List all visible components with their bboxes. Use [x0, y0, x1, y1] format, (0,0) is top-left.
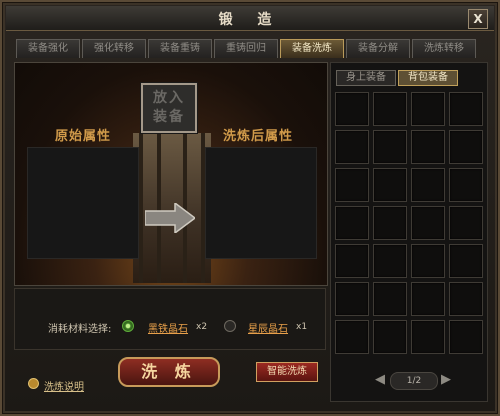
inventory-slot[interactable]: [373, 130, 407, 164]
inventory-slot[interactable]: [411, 282, 445, 316]
inventory-slot[interactable]: [335, 320, 369, 354]
inventory-slot[interactable]: [373, 168, 407, 202]
tab-bag-gear[interactable]: 背包装备: [398, 70, 458, 86]
inventory-slot[interactable]: [411, 92, 445, 126]
inventory-slot[interactable]: [411, 206, 445, 240]
equipment-slot[interactable]: 放入装备: [141, 83, 197, 133]
inventory-slot[interactable]: [335, 282, 369, 316]
wash-stage-panel: 放入装备 原始属性 洗炼后属性: [14, 62, 328, 286]
inventory-slot[interactable]: [335, 130, 369, 164]
inventory-slot[interactable]: [373, 92, 407, 126]
inventory-slot[interactable]: [411, 130, 445, 164]
washed-attributes-label: 洗炼后属性: [223, 129, 294, 144]
tab-enhance-transfer[interactable]: 强化转移: [82, 39, 146, 58]
tab-equip-decompose[interactable]: 装备分解: [346, 39, 410, 58]
inventory-slot[interactable]: [449, 206, 483, 240]
inventory-slot[interactable]: [335, 168, 369, 202]
page-indicator: 1/2: [390, 372, 438, 390]
wash-button[interactable]: 洗 炼: [118, 357, 220, 387]
inventory-slot[interactable]: [335, 206, 369, 240]
inventory-slot[interactable]: [411, 168, 445, 202]
equipment-slot-label: 放入装备: [153, 90, 185, 125]
smart-wash-button[interactable]: 智能洗炼: [256, 362, 318, 382]
inventory-slot[interactable]: [449, 244, 483, 278]
inventory-slot[interactable]: [335, 92, 369, 126]
forge-window: 锻 造 X 装备强化 强化转移 装备重铸 重铸回归 装备洗炼 装备分解 洗炼转移…: [0, 0, 500, 416]
inventory-slot[interactable]: [411, 320, 445, 354]
wash-help-link[interactable]: 洗炼说明: [44, 378, 84, 393]
close-button[interactable]: X: [468, 9, 488, 29]
inventory-slot[interactable]: [449, 92, 483, 126]
info-icon[interactable]: [28, 378, 39, 389]
inventory-slot[interactable]: [373, 282, 407, 316]
pager: ◀ 1/2 ▶: [374, 370, 454, 390]
tab-equipped-gear[interactable]: 身上装备: [336, 70, 396, 86]
inventory-slot[interactable]: [373, 244, 407, 278]
washed-attributes-box: [205, 147, 317, 259]
tab-equip-wash[interactable]: 装备洗炼: [280, 39, 344, 58]
tab-equip-reforge[interactable]: 装备重铸: [148, 39, 212, 58]
inventory-slot[interactable]: [335, 244, 369, 278]
inventory-slot[interactable]: [449, 130, 483, 164]
material-star-link[interactable]: 星辰晶石: [248, 320, 288, 335]
next-page-icon[interactable]: ▶: [440, 372, 452, 388]
inventory-slot[interactable]: [449, 320, 483, 354]
material-radio-black-iron[interactable]: [122, 320, 134, 332]
material-black-iron-qty: x2: [196, 322, 208, 332]
window-title: 锻 造: [218, 12, 282, 28]
material-bar: [14, 288, 326, 350]
tab-reforge-return[interactable]: 重铸回归: [214, 39, 278, 58]
material-black-iron-link[interactable]: 黑铁晶石: [148, 320, 188, 335]
original-attributes-box: [27, 147, 139, 259]
inventory-slot[interactable]: [411, 244, 445, 278]
arrow-right-icon: [145, 203, 195, 233]
material-star-qty: x1: [296, 322, 308, 332]
material-radio-star[interactable]: [224, 320, 236, 332]
inventory-slot[interactable]: [449, 282, 483, 316]
original-attributes-label: 原始属性: [55, 129, 112, 144]
tab-equip-enhance[interactable]: 装备强化: [16, 39, 80, 58]
inventory-slot[interactable]: [373, 320, 407, 354]
inventory-slot[interactable]: [449, 168, 483, 202]
inventory-slot[interactable]: [373, 206, 407, 240]
material-select-label: 消耗材料选择:: [48, 324, 112, 335]
title-bar[interactable]: 锻 造 X: [6, 6, 494, 31]
tab-wash-transfer[interactable]: 洗炼转移: [412, 39, 476, 58]
prev-page-icon[interactable]: ◀: [374, 372, 386, 388]
